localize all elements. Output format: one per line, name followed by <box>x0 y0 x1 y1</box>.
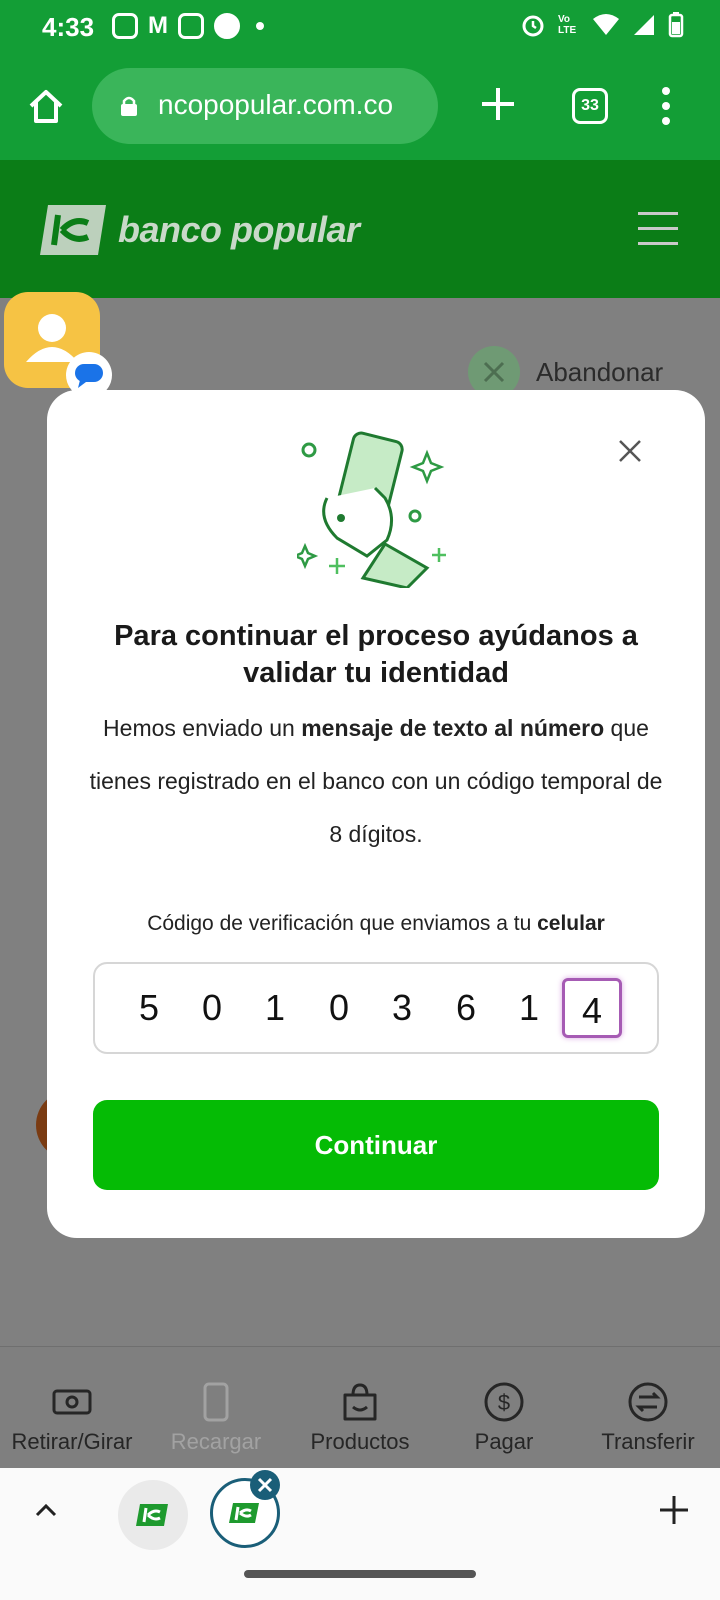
phone-hand-illustration <box>297 431 446 588</box>
code-digit-6[interactable]: 6 <box>436 978 496 1038</box>
chevron-up-icon[interactable] <box>34 1498 58 1522</box>
volte-icon: Vo LTE <box>558 14 577 36</box>
add-tab-icon[interactable] <box>656 1492 692 1528</box>
cash-icon <box>52 1389 92 1415</box>
browser-toolbar: ncopopular.com.co 33 <box>0 52 720 160</box>
chat-head-contact[interactable] <box>4 292 112 398</box>
nav-label: Transferir <box>601 1429 695 1454</box>
notification-icons: M <box>112 12 264 40</box>
wifi-icon <box>593 14 619 35</box>
alarm-icon <box>522 15 544 37</box>
nav-item-pagar[interactable]: $ Pagar <box>432 1347 576 1469</box>
nav-label: Recargar <box>170 1429 262 1454</box>
transfer-icon <box>628 1382 668 1422</box>
body-text-bold: mensaje de texto al número <box>301 715 605 741</box>
svg-text:$: $ <box>498 1390 510 1415</box>
body-text-part1: Hemos enviado un <box>103 715 302 741</box>
url-bar[interactable]: ncopopular.com.co <box>92 68 438 144</box>
browser-tab-strip <box>0 1468 720 1560</box>
code-digit-2[interactable]: 0 <box>182 978 242 1038</box>
url-text: ncopopular.com.co <box>158 89 394 120</box>
more-menu-icon[interactable] <box>660 86 672 126</box>
close-tab-icon[interactable] <box>250 1470 280 1500</box>
smile-bag-icon <box>343 1383 377 1421</box>
bank-logo-text: banco popular <box>118 209 360 250</box>
dollar-icon: $ <box>484 1382 524 1422</box>
lock-icon <box>121 96 137 116</box>
code-digit-8[interactable]: 4 <box>562 978 622 1038</box>
nav-label: Productos <box>310 1429 410 1454</box>
modal-title: Para continuar el proceso ayúdanos a val… <box>114 620 638 689</box>
home-icon[interactable] <box>26 86 66 126</box>
signal-icon <box>634 15 654 35</box>
bank-logo[interactable]: banco popular <box>38 200 360 260</box>
hamburger-menu-icon[interactable] <box>638 212 678 248</box>
abandon-label: Abandonar <box>536 356 664 387</box>
code-label: Código de verificación que enviamos a tu… <box>67 912 685 936</box>
s-app-icon <box>214 13 240 39</box>
new-tab-icon[interactable] <box>476 82 520 126</box>
code-digit-3[interactable]: 1 <box>245 978 305 1038</box>
gmail-icon: M <box>148 12 168 39</box>
nav-label: Retirar/Girar <box>11 1429 133 1454</box>
continue-button[interactable]: Continuar <box>93 1100 659 1190</box>
code-label-bold: celular <box>537 912 605 935</box>
nav-item-recargar[interactable]: Recargar <box>144 1347 288 1469</box>
instagram-icon <box>112 13 138 39</box>
battery-icon <box>668 12 684 38</box>
modal-body-text: Hemos enviado un mensaje de texto al núm… <box>87 702 665 861</box>
code-digit-5[interactable]: 3 <box>372 978 432 1038</box>
dot-icon <box>256 22 264 30</box>
tab-thumbnail-1[interactable] <box>118 1480 188 1550</box>
bank-logo-icon <box>40 205 106 255</box>
close-icon[interactable] <box>617 438 643 464</box>
nav-item-productos[interactable]: Productos <box>288 1347 432 1469</box>
tab-switcher-button[interactable]: 33 <box>572 88 608 124</box>
code-digit-1[interactable]: 5 <box>119 978 179 1038</box>
code-digit-4[interactable]: 0 <box>309 978 369 1038</box>
code-label-text: Código de verificación que enviamos a tu <box>147 912 538 935</box>
verification-code-input[interactable]: 5 0 1 0 3 6 1 4 <box>93 962 659 1054</box>
nav-item-transferir[interactable]: Transferir <box>576 1347 720 1469</box>
bottom-nav: Retirar/Girar Recargar Productos $ Pagar… <box>0 1346 720 1468</box>
instagram-icon <box>178 13 204 39</box>
system-icons: Vo LTE <box>520 12 684 38</box>
nav-item-retirar[interactable]: Retirar/Girar <box>0 1347 144 1469</box>
phone-icon <box>203 1382 229 1422</box>
site-header: banco popular <box>0 160 720 298</box>
code-digit-7[interactable]: 1 <box>499 978 559 1038</box>
status-time: 4:33 <box>42 12 95 42</box>
bank-favicon-icon <box>136 1504 168 1526</box>
nav-label: Pagar <box>474 1429 534 1454</box>
verification-modal: Para continuar el proceso ayúdanos a val… <box>47 390 705 1238</box>
gesture-navigation-bar <box>0 1560 720 1600</box>
status-bar: 4:33 M Vo LTE <box>0 0 720 52</box>
